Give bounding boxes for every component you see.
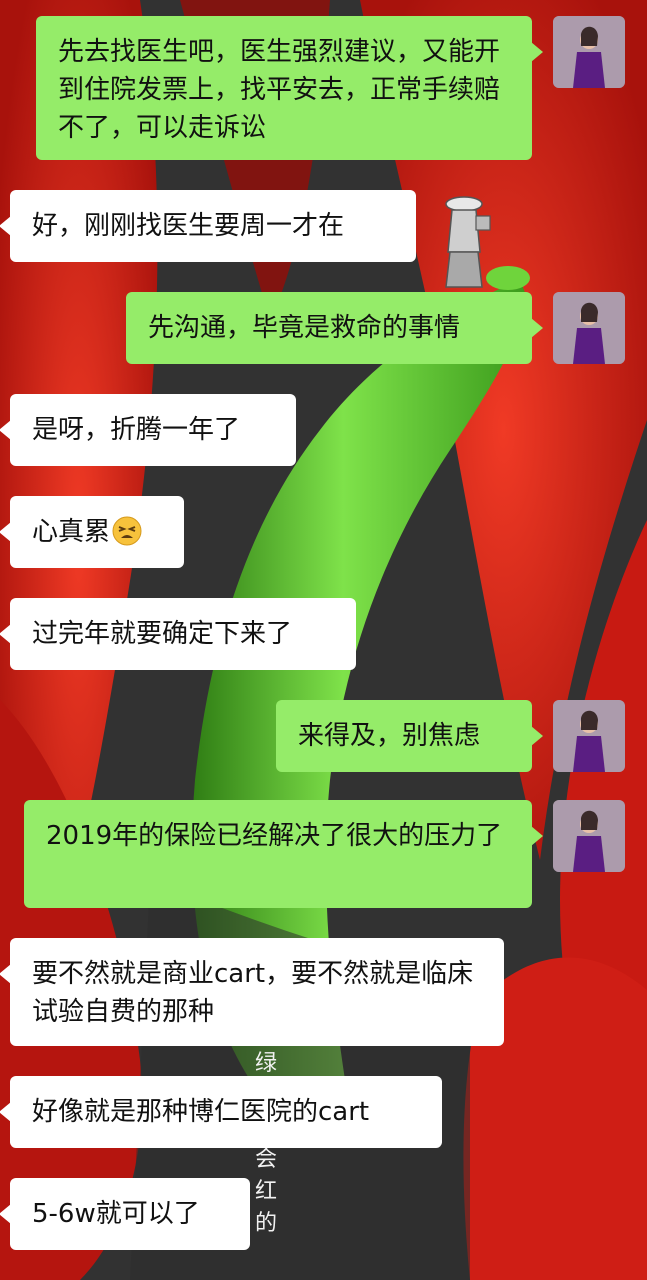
message-bubble[interactable]: 是呀，折腾一年了 <box>0 394 296 466</box>
chat-message-outgoing: 先沟通，毕竟是救命的事情 <box>126 292 543 364</box>
chat-message-incoming: 是呀，折腾一年了 <box>0 394 296 466</box>
message-text: 要不然就是商业cart，要不然就是临床试验自费的那种 <box>32 959 474 1027</box>
message-bubble[interactable]: 先沟通，毕竟是救命的事情 <box>126 292 543 364</box>
tired-face-emoji-icon <box>112 516 142 546</box>
message-bubble[interactable]: 心真累 <box>0 496 184 568</box>
message-text: 是呀，折腾一年了 <box>32 415 241 445</box>
caption-char: 红 <box>254 1179 277 1204</box>
chat-message-incoming: 心真累 <box>0 496 184 568</box>
message-bubble[interactable]: 先去找医生吧，医生强烈建议，又能开到住院发票上，找平安去，正常手续赔不了，可以走… <box>36 16 543 160</box>
chat-message-outgoing: 2019年的保险已经解决了很大的压力了 <box>24 800 543 908</box>
message-text: 5-6w就可以了 <box>32 1199 200 1229</box>
message-text: 先沟通，毕竟是救命的事情 <box>148 313 461 343</box>
chat-message-incoming: 好像就是那种博仁医院的cart <box>0 1076 442 1148</box>
chat-message-incoming: 要不然就是商业cart，要不然就是临床试验自费的那种 <box>0 938 504 1046</box>
straw-hat-figure-sticker <box>438 192 496 292</box>
message-bubble[interactable]: 5-6w就可以了 <box>0 1178 250 1250</box>
message-text: 来得及，别焦虑 <box>298 721 481 751</box>
message-text: 好，刚刚找医生要周一才在 <box>32 211 345 241</box>
message-bubble[interactable]: 好像就是那种博仁医院的cart <box>0 1076 442 1148</box>
self-avatar[interactable] <box>553 16 625 88</box>
message-bubble[interactable]: 要不然就是商业cart，要不然就是临床试验自费的那种 <box>0 938 504 1046</box>
caption-char: 会 <box>254 1147 277 1172</box>
message-bubble[interactable]: 2019年的保险已经解决了很大的压力了 <box>24 800 543 908</box>
message-text: 好像就是那种博仁医院的cart <box>32 1097 370 1127</box>
message-bubble[interactable]: 过完年就要确定下来了 <box>0 598 356 670</box>
message-text: 心真累 <box>32 517 111 547</box>
chat-message-outgoing: 先去找医生吧，医生强烈建议，又能开到住院发票上，找平安去，正常手续赔不了，可以走… <box>36 16 543 160</box>
message-text: 过完年就要确定下来了 <box>32 619 293 649</box>
message-bubble[interactable]: 好，刚刚找医生要周一才在 <box>0 190 416 262</box>
message-text: 2019年的保险已经解决了很大的压力了 <box>46 821 503 851</box>
caption-char: 的 <box>254 1211 277 1236</box>
self-avatar[interactable] <box>553 800 625 872</box>
self-avatar[interactable] <box>553 700 625 772</box>
chat-message-incoming: 好，刚刚找医生要周一才在 <box>0 190 416 262</box>
chat-message-incoming: 5-6w就可以了 <box>0 1178 250 1250</box>
message-bubble[interactable]: 来得及，别焦虑 <box>276 700 543 772</box>
chat-message-incoming: 过完年就要确定下来了 <box>0 598 356 670</box>
self-avatar[interactable] <box>553 292 625 364</box>
chat-message-outgoing: 来得及，别焦虑 <box>276 700 543 772</box>
message-text: 先去找医生吧，医生强烈建议，又能开到住院发票上，找平安去，正常手续赔不了，可以走… <box>58 37 501 143</box>
